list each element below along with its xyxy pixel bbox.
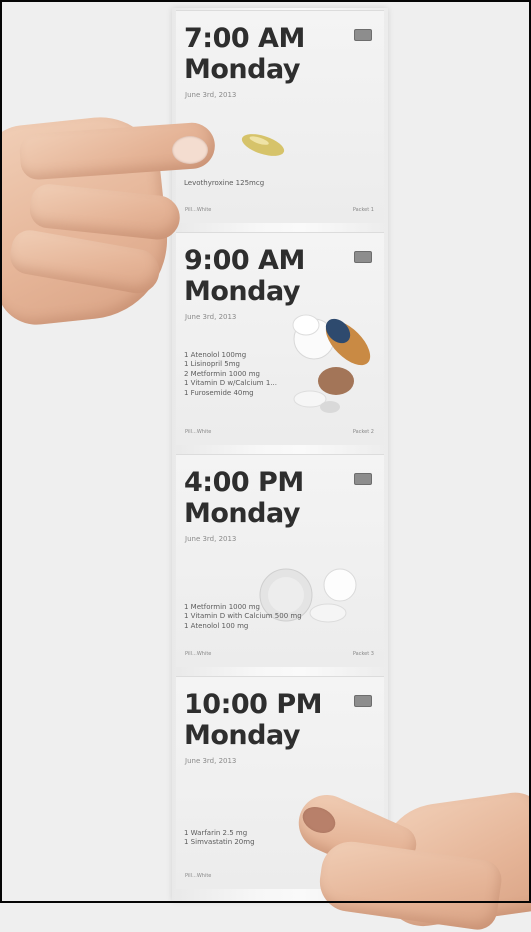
pill-packet-3: 4:00 PM Monday June 3rd, 2013 1 Metformi… [176, 454, 384, 667]
medication-list: Levothyroxine 125mcg [184, 179, 264, 188]
pill-packet-1: 7:00 AM Monday June 3rd, 2013 Levothyrox… [176, 10, 384, 223]
medication-item: 1 Furosemide 40mg [184, 388, 254, 397]
packet-date: June 3rd, 2013 [185, 535, 237, 543]
packet-day: Monday [184, 54, 300, 85]
medication-item: 1 Warfarin 2.5 mg [184, 829, 248, 837]
packet-date: June 3rd, 2013 [185, 313, 237, 321]
pill-cluster [292, 314, 371, 413]
left-index-fingernail [172, 136, 208, 164]
medication-item: 2 Metformin 1000 mg [184, 369, 260, 378]
medication-item: 1 Vitamin D with Calcium 500 mg [184, 612, 302, 621]
brand-logo-icon [354, 29, 372, 41]
packet-time: 7:00 AM [184, 23, 305, 54]
packet-day: Monday [184, 498, 300, 529]
medication-item: 1 Atenolol 100mg [184, 351, 247, 359]
medication-item: Levothyroxine 125mcg [184, 179, 265, 187]
packet-date: June 3rd, 2013 [185, 757, 237, 765]
packet-day: Monday [184, 720, 300, 751]
packet-time: 10:00 PM [184, 689, 323, 720]
medication-list: 1 Metformin 1000 mg 1 Vitamin D with Cal… [184, 603, 302, 631]
pharmacy-logo: Pill...White [185, 207, 212, 213]
packet-number: Packet 1 [352, 207, 374, 213]
brand-logo-icon [354, 251, 372, 263]
medication-item: 1 Lisinopril 5mg [184, 360, 240, 369]
packet-time: 4:00 PM [184, 467, 304, 498]
medication-item: 1 Metformin 1000 mg [184, 603, 260, 611]
medication-item: 1 Simvastatin 20mg [184, 838, 255, 847]
medication-item: 1 Vitamin D w/Calcium 1... [184, 379, 277, 388]
packet-number: Packet 2 [352, 429, 374, 435]
packet-number: Packet 3 [352, 651, 374, 657]
yellow-capsule-pill [241, 134, 285, 156]
pharmacy-logo: Pill...White [185, 651, 212, 657]
brand-logo-icon [354, 473, 372, 485]
packet-time: 9:00 AM [184, 245, 305, 276]
pill-packet-2: 9:00 AM Monday June 3rd, 2013 1 Atenolol… [176, 232, 384, 445]
medication-list: 1 Warfarin 2.5 mg 1 Simvastatin 20mg [184, 829, 255, 848]
medication-item: 1 Atenolol 100 mg [184, 621, 249, 630]
packet-date: June 3rd, 2013 [185, 91, 237, 99]
pharmacy-logo: Pill...White [185, 873, 212, 879]
pharmacy-logo: Pill...White [185, 429, 212, 435]
medication-list: 1 Atenolol 100mg 1 Lisinopril 5mg 2 Metf… [184, 351, 277, 398]
brand-logo-icon [354, 695, 372, 707]
packet-day: Monday [184, 276, 300, 307]
